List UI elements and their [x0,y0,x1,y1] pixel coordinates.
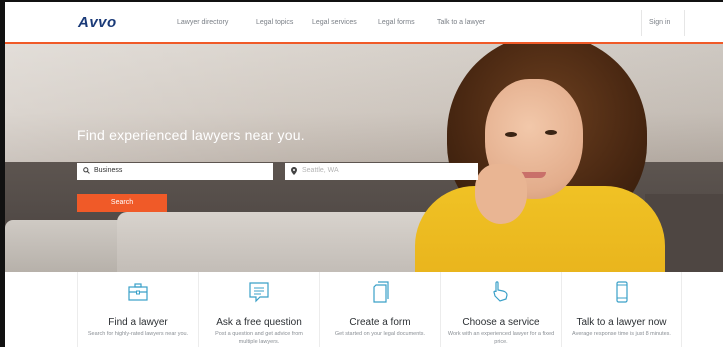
service-card-choose-service[interactable]: Choose a service Work with an experience… [440,272,561,347]
nav-legal-forms[interactable]: Legal forms [378,19,415,26]
avvo-logo[interactable]: Avvo [78,14,117,31]
site-header: Avvo Lawyer directory Legal topics Legal… [5,2,723,42]
search-icon [83,167,90,176]
service-card-desc: Post a question and get advice from mult… [215,331,303,345]
service-card-title: Ask a free question [216,317,302,328]
page: Avvo Lawyer directory Legal topics Legal… [5,2,723,347]
sign-in-link[interactable]: Sign in [649,19,670,26]
location-input-placeholder: Seattle, WA [302,167,339,174]
service-card-title: Find a lawyer [108,317,168,328]
service-card-desc: Search for highly-rated lawyers near you… [87,331,189,337]
service-card-title: Talk to a lawyer now [576,317,667,328]
hand-pointer-icon [489,280,513,304]
header-divider-right [684,10,685,36]
service-card-create-form[interactable]: Create a form Get started on your legal … [319,272,440,347]
hero-banner: Find experienced lawyers near you. Busin… [5,44,723,272]
document-icon [368,280,392,304]
hero-woman-shirt [415,186,665,272]
hero-cushion [117,212,447,272]
screenshot-frame: Avvo Lawyer directory Legal topics Legal… [0,0,723,347]
hero-woman-eye [545,130,557,135]
service-card-title: Create a form [349,317,411,328]
hero-woman-hand [475,164,527,224]
search-input-value: Business [94,167,123,174]
header-divider [641,10,642,36]
location-input[interactable]: Seattle, WA [285,163,478,180]
service-card-title: Choose a service [462,317,540,328]
phone-icon [610,280,634,304]
location-pin-icon [291,167,297,177]
hero-woman-eye [505,132,517,137]
services-strip: Find a lawyer Search for highly-rated la… [5,272,723,347]
nav-lawyer-directory[interactable]: Lawyer directory [177,19,228,26]
service-card-find-lawyer[interactable]: Find a lawyer Search for highly-rated la… [77,272,198,347]
chat-bubble-icon [247,280,271,304]
search-button[interactable]: Search [77,194,167,212]
search-input[interactable]: Business [77,163,273,180]
hero-cushion-left [5,220,125,272]
hero-title: Find experienced lawyers near you. [77,127,305,143]
service-card-desc: Work with an experienced lawyer for a fi… [447,331,555,345]
service-card-desc: Get started on your legal documents. [334,331,426,337]
service-card-talk-now[interactable]: Talk to a lawyer now Average response ti… [561,272,682,347]
nav-talk-to-a-lawyer[interactable]: Talk to a lawyer [437,19,485,26]
service-card-desc: Average response time is just 8 minutes. [572,331,671,337]
nav-legal-services[interactable]: Legal services [312,19,357,26]
briefcase-icon [126,280,150,304]
nav-legal-topics[interactable]: Legal topics [256,19,293,26]
service-card-ask-question[interactable]: Ask a free question Post a question and … [198,272,319,347]
